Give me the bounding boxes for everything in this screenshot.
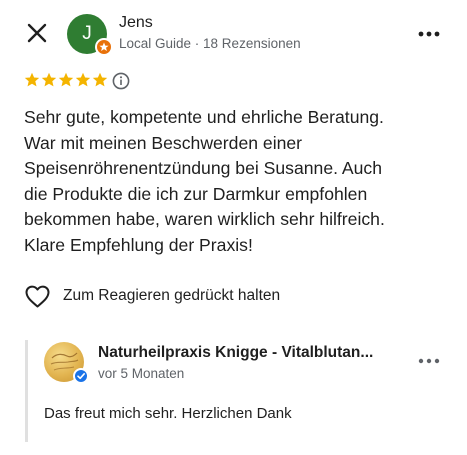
more-horizontal-icon <box>418 358 440 364</box>
info-button[interactable] <box>112 72 130 90</box>
more-horizontal-icon <box>418 31 440 37</box>
reply-more-button[interactable] <box>416 351 442 371</box>
verified-badge <box>73 368 89 384</box>
close-icon <box>27 23 47 43</box>
reviewer-name[interactable]: Jens <box>119 14 153 32</box>
avatar-initial: J <box>82 23 92 44</box>
heart-outline-icon <box>25 285 50 307</box>
local-guide-star-icon <box>99 42 109 51</box>
owner-name[interactable]: Naturheilpraxis Knigge - Vitalblutan... <box>98 344 373 362</box>
close-button[interactable] <box>24 20 50 46</box>
owner-reply-text: Das freut mich sehr. Herzlichen Dank <box>44 405 292 422</box>
star-icon <box>92 72 108 87</box>
star-icon <box>24 72 40 87</box>
local-guide-badge <box>95 38 113 56</box>
owner-reply-time: vor 5 Monaten <box>98 366 185 381</box>
info-icon <box>112 72 130 90</box>
star-icon <box>41 72 57 87</box>
review-text: Sehr gute, kompetente und ehrliche Berat… <box>24 107 385 255</box>
verified-check-icon <box>77 373 85 380</box>
star-rating <box>24 72 108 88</box>
react-button[interactable]: Zum Reagieren gedrückt halten <box>24 283 280 309</box>
reply-divider <box>25 340 28 442</box>
review-more-button[interactable] <box>416 24 442 44</box>
reviewer-meta: Local Guide · 18 Rezensionen <box>119 36 301 51</box>
star-icon <box>75 72 91 87</box>
react-label: Zum Reagieren gedrückt halten <box>63 287 281 304</box>
star-icon <box>58 72 74 87</box>
